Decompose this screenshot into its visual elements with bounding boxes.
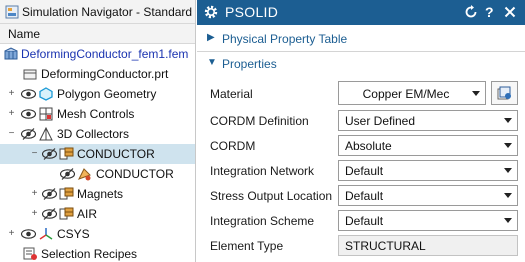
dialog-titlebar: PSOLID ? <box>197 0 525 25</box>
element-type-value: STRUCTURAL <box>345 239 426 253</box>
stress-output-location-select[interactable]: Default <box>338 185 518 206</box>
part-file-icon <box>23 69 37 80</box>
integration-network-value: Default <box>345 164 384 178</box>
column-header-name[interactable]: Name <box>0 24 195 44</box>
cordm-label: CORDM <box>210 139 256 153</box>
section-physical-property-table-label: Physical Property Table <box>222 32 348 46</box>
section-properties-label: Properties <box>222 57 277 71</box>
cordm-select[interactable]: Absolute <box>338 135 518 156</box>
tree-item-3d-collectors[interactable]: − 3D Collectors <box>0 124 195 144</box>
tree-item-conductor[interactable]: − CONDUCTOR <box>0 144 195 164</box>
material-library-button[interactable] <box>491 81 518 105</box>
navigator-app-icon <box>5 5 19 19</box>
tree-item-prt-label: DeformingConductor.prt <box>41 67 169 81</box>
navigator-titlebar: Simulation Navigator - Standard <box>0 0 195 24</box>
cordm-value: Absolute <box>345 139 392 153</box>
close-icon[interactable] <box>504 6 516 18</box>
chevron-down-icon: ▼ <box>207 57 217 68</box>
material-select[interactable]: Copper EM/Mec <box>338 81 486 105</box>
material-value: Copper EM/Mec <box>362 87 450 101</box>
material-library-icon <box>497 86 511 100</box>
element-type-field: STRUCTURAL <box>338 235 518 256</box>
tree-item-mesh-controls[interactable]: + Mesh Controls <box>0 104 195 124</box>
fem-file-icon <box>4 47 18 60</box>
expand-plus-icon[interactable]: + <box>7 229 16 239</box>
integration-scheme-select[interactable]: Default <box>338 210 518 231</box>
help-icon[interactable]: ? <box>485 4 494 20</box>
hidden-eye-icon[interactable] <box>60 168 75 180</box>
dropdown-arrow-icon <box>504 118 512 123</box>
collapse-minus-icon[interactable]: − <box>7 129 16 139</box>
simulation-navigator: Simulation Navigator - Standard Name Def… <box>0 0 196 262</box>
tree-item-polygon-geometry[interactable]: + Polygon Geometry <box>0 84 195 104</box>
hidden-eye-icon[interactable] <box>42 208 57 220</box>
dropdown-arrow-icon <box>504 218 512 223</box>
tree-item-fem[interactable]: DeformingConductor_fem1.fem <box>0 44 195 64</box>
tree-item-polygon-label: Polygon Geometry <box>57 87 157 101</box>
tree-item-csys-label: CSYS <box>57 227 90 241</box>
csys-icon <box>39 228 53 240</box>
hidden-eye-icon[interactable] <box>42 148 57 160</box>
integration-scheme-label: Integration Scheme <box>210 214 315 228</box>
integration-network-label: Integration Network <box>210 164 315 178</box>
tree-item-magnets-label: Magnets <box>77 187 124 201</box>
polygon-geometry-icon <box>39 87 53 101</box>
tree-item-conductor-mesh[interactable]: CONDUCTOR <box>0 164 195 184</box>
mesh-collector-icon <box>59 147 74 160</box>
section-divider <box>197 51 525 52</box>
tree-item-conductor-mesh-label: CONDUCTOR <box>96 167 174 181</box>
collapse-minus-icon[interactable]: − <box>30 149 39 159</box>
section-physical-property-table[interactable]: ▶ Physical Property Table <box>197 28 525 50</box>
3d-mesh-icon <box>77 168 91 181</box>
cordm-definition-select[interactable]: User Defined <box>338 110 518 131</box>
cordm-definition-label: CORDM Definition <box>210 114 309 128</box>
navigator-title: Simulation Navigator - Standard <box>22 5 193 19</box>
psolid-dialog: PSOLID ? ▶ Physical Property Table ▼ Pro… <box>197 0 525 262</box>
element-type-label: Element Type <box>210 239 284 253</box>
expand-plus-icon[interactable]: + <box>7 109 16 119</box>
tree-item-conductor-label: CONDUCTOR <box>77 147 155 161</box>
tree-item-selection-recipes[interactable]: Selection Recipes <box>0 244 195 262</box>
selection-recipe-icon <box>23 247 37 260</box>
reset-icon[interactable] <box>464 5 478 19</box>
stress-output-location-label: Stress Output Location <box>210 189 333 203</box>
dialog-title: PSOLID <box>225 4 279 20</box>
expand-plus-icon[interactable]: + <box>30 189 39 199</box>
stress-output-location-value: Default <box>345 189 384 203</box>
tree-item-fem-label: DeformingConductor_fem1.fem <box>21 47 189 61</box>
tree-item-air[interactable]: + AIR <box>0 204 195 224</box>
tree-item-recipes-label: Selection Recipes <box>41 247 138 261</box>
integration-network-select[interactable]: Default <box>338 160 518 181</box>
tree-item-magnets[interactable]: + Magnets <box>0 184 195 204</box>
material-label: Material <box>210 87 253 101</box>
mesh-controls-icon <box>39 107 53 121</box>
tree-item-mesh-label: Mesh Controls <box>57 107 135 121</box>
chevron-right-icon: ▶ <box>207 32 215 43</box>
3d-collector-icon <box>39 127 53 141</box>
section-properties[interactable]: ▼ Properties <box>197 53 525 75</box>
dropdown-arrow-icon <box>504 143 512 148</box>
dropdown-arrow-icon <box>504 193 512 198</box>
gear-icon[interactable] <box>203 4 219 20</box>
hidden-eye-icon[interactable] <box>21 128 36 140</box>
visibility-eye-icon[interactable] <box>21 229 36 239</box>
visibility-eye-icon[interactable] <box>21 109 36 119</box>
mesh-collector-icon <box>59 207 74 220</box>
tree-item-air-label: AIR <box>77 207 98 221</box>
column-header-label: Name <box>8 27 41 41</box>
tree-item-collectors-label: 3D Collectors <box>57 127 130 141</box>
dropdown-arrow-icon <box>472 91 480 96</box>
hidden-eye-icon[interactable] <box>42 188 57 200</box>
expand-plus-icon[interactable]: + <box>7 89 16 99</box>
tree-item-csys[interactable]: + CSYS <box>0 224 195 244</box>
cordm-definition-value: User Defined <box>345 114 416 128</box>
dropdown-arrow-icon <box>504 168 512 173</box>
mesh-collector-icon <box>59 187 74 200</box>
expand-plus-icon[interactable]: + <box>30 209 39 219</box>
integration-scheme-value: Default <box>345 214 384 228</box>
tree-item-prt[interactable]: DeformingConductor.prt <box>0 64 195 84</box>
visibility-eye-icon[interactable] <box>21 89 36 99</box>
